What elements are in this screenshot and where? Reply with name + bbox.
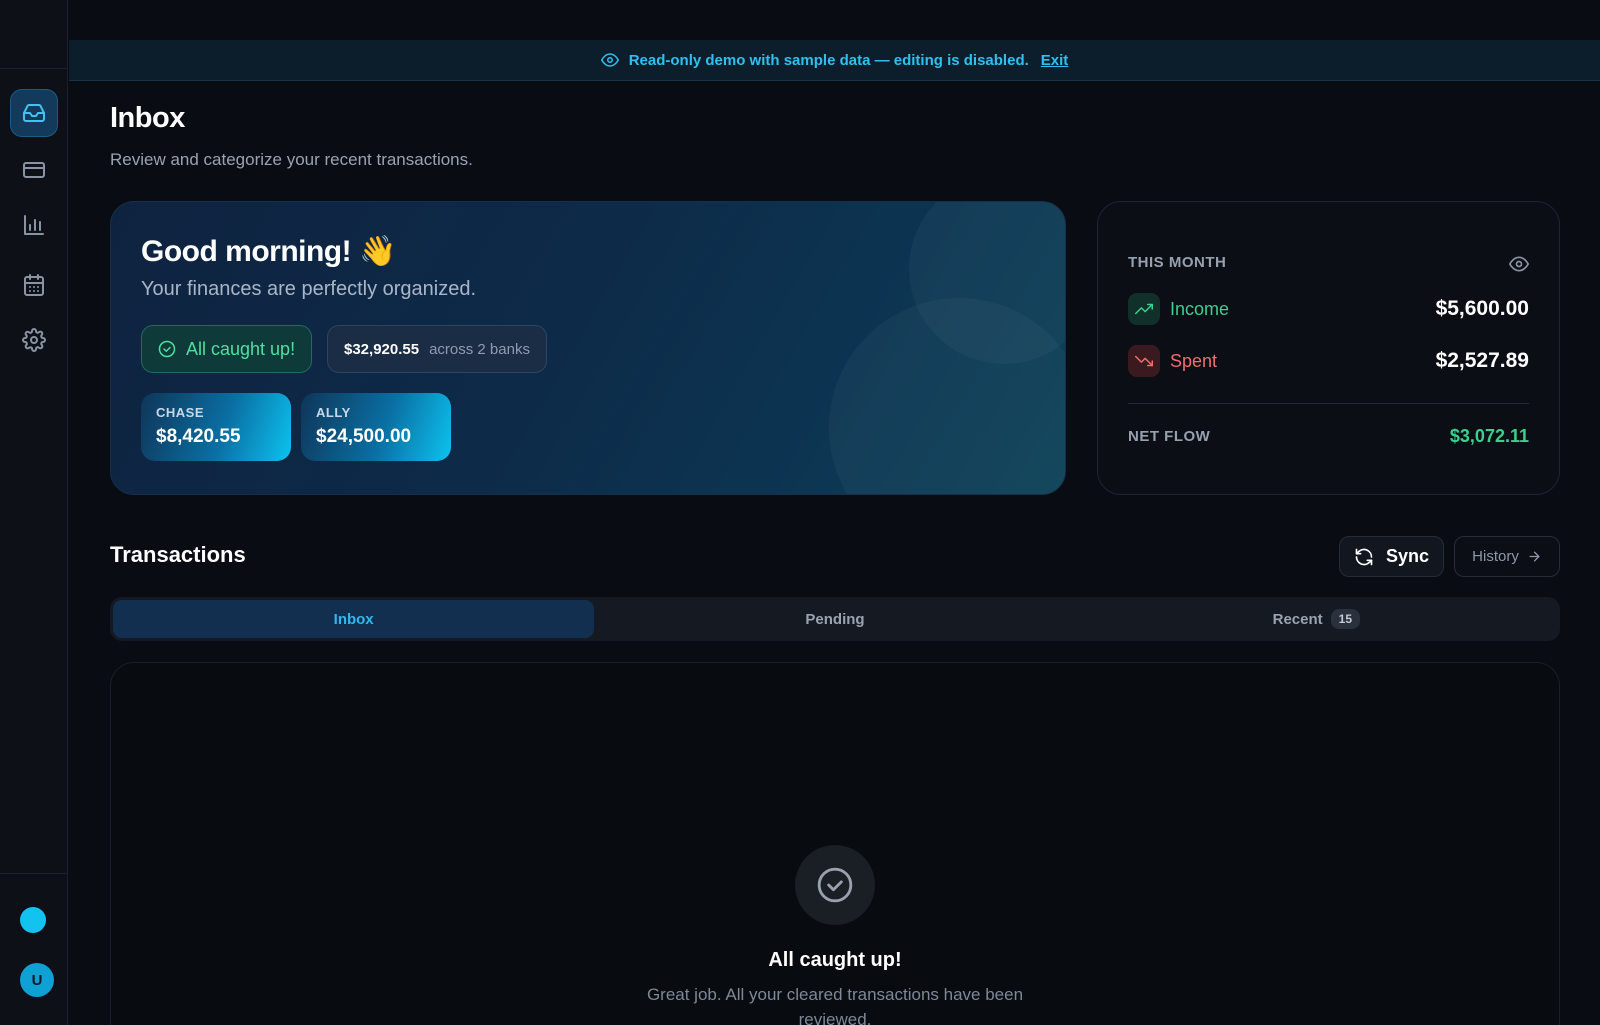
bank-name: CHASE xyxy=(156,405,205,420)
decorative-circle xyxy=(829,298,1065,494)
greeting-subtitle: Your finances are perfectly organized. xyxy=(141,278,477,300)
sidebar-item-accounts[interactable] xyxy=(10,146,58,194)
income-row: Income $5,600.00 xyxy=(1128,292,1529,326)
sidebar-item-reports[interactable] xyxy=(10,201,58,249)
count-badge: 15 xyxy=(1330,609,1361,629)
credit-card-icon xyxy=(22,158,46,182)
demo-banner: Read-only demo with sample data — editin… xyxy=(69,40,1600,81)
this-month-card: THIS MONTH Income $5,600.00 Spent $2,527… xyxy=(1097,201,1560,495)
net-flow-label: NET FLOW xyxy=(1128,428,1211,445)
tab-inbox[interactable]: Inbox xyxy=(113,600,595,638)
refresh-icon xyxy=(1354,547,1374,567)
income-label: Income xyxy=(1170,298,1230,319)
avatar[interactable]: U xyxy=(20,963,54,997)
sync-button[interactable]: Sync xyxy=(1339,536,1444,577)
net-flow-value: $3,072.11 xyxy=(1449,426,1529,446)
history-label: History xyxy=(1472,548,1519,565)
bank-name: ALLY xyxy=(316,405,351,420)
bank-balance: $24,500.00 xyxy=(316,426,412,447)
page-subtitle: Review and categorize your recent transa… xyxy=(110,150,473,169)
bank-card-chase[interactable]: CHASE $8,420.55 xyxy=(141,393,291,461)
spent-row: Spent $2,527.89 xyxy=(1128,344,1529,378)
banner-message: Read-only demo with sample data — editin… xyxy=(628,51,1029,69)
sidebar-item-calendar[interactable] xyxy=(10,261,58,309)
calendar-icon xyxy=(22,273,46,297)
page-title: Inbox xyxy=(110,102,185,134)
bank-balance: $8,420.55 xyxy=(156,426,241,447)
empty-state-panel: All caught up! Great job. All your clear… xyxy=(110,662,1560,1025)
greeting-card: Good morning! 👋 Your finances are perfec… xyxy=(110,201,1066,495)
eye-icon xyxy=(600,51,619,69)
empty-state-text: Great job. All your cleared transactions… xyxy=(646,985,1024,1025)
sidebar-divider-bottom xyxy=(0,873,68,874)
arrow-right-icon xyxy=(1527,549,1542,564)
sync-label: Sync xyxy=(1385,546,1430,566)
transaction-tabs: Inbox Pending Recent 15 xyxy=(110,597,1560,641)
tab-label: Inbox xyxy=(333,610,374,628)
greeting-title: Good morning! 👋 xyxy=(141,235,396,268)
settings-icon xyxy=(22,328,46,352)
sidebar: U xyxy=(0,0,68,1025)
exit-demo-link[interactable]: Exit xyxy=(1041,52,1069,69)
history-button[interactable]: History xyxy=(1454,536,1560,577)
tab-recent[interactable]: Recent 15 xyxy=(1076,600,1557,638)
status-indicator[interactable] xyxy=(20,907,46,933)
sidebar-item-inbox[interactable] xyxy=(10,89,58,137)
this-month-label: THIS MONTH xyxy=(1128,254,1227,271)
divider xyxy=(1128,403,1529,404)
eye-icon[interactable] xyxy=(1509,254,1529,274)
sidebar-item-settings[interactable] xyxy=(10,316,58,364)
trending-down-icon xyxy=(1128,345,1160,377)
caught-up-badge: All caught up! xyxy=(141,325,313,373)
bank-card-ally[interactable]: ALLY $24,500.00 xyxy=(301,393,451,461)
transactions-title: Transactions xyxy=(110,542,246,567)
bar-chart-icon xyxy=(22,213,46,237)
check-circle-icon xyxy=(795,845,875,925)
tab-pending[interactable]: Pending xyxy=(594,600,1075,638)
inbox-icon xyxy=(22,101,46,125)
total-balance-badge: $32,920.55 across 2 banks xyxy=(327,325,547,373)
tab-label: Recent xyxy=(1272,610,1323,628)
empty-state-title: All caught up! xyxy=(768,949,902,971)
income-value: $5,600.00 xyxy=(1435,297,1529,320)
spent-label: Spent xyxy=(1170,350,1218,371)
sidebar-divider-top xyxy=(0,68,68,69)
spent-value: $2,527.89 xyxy=(1435,349,1529,372)
trending-up-icon xyxy=(1128,293,1160,325)
caught-up-label: All caught up! xyxy=(186,338,296,359)
total-balance: $32,920.55 xyxy=(344,340,420,358)
bank-count-label: across 2 banks xyxy=(429,340,530,358)
check-circle-icon xyxy=(158,340,176,358)
tab-label: Pending xyxy=(805,610,865,628)
